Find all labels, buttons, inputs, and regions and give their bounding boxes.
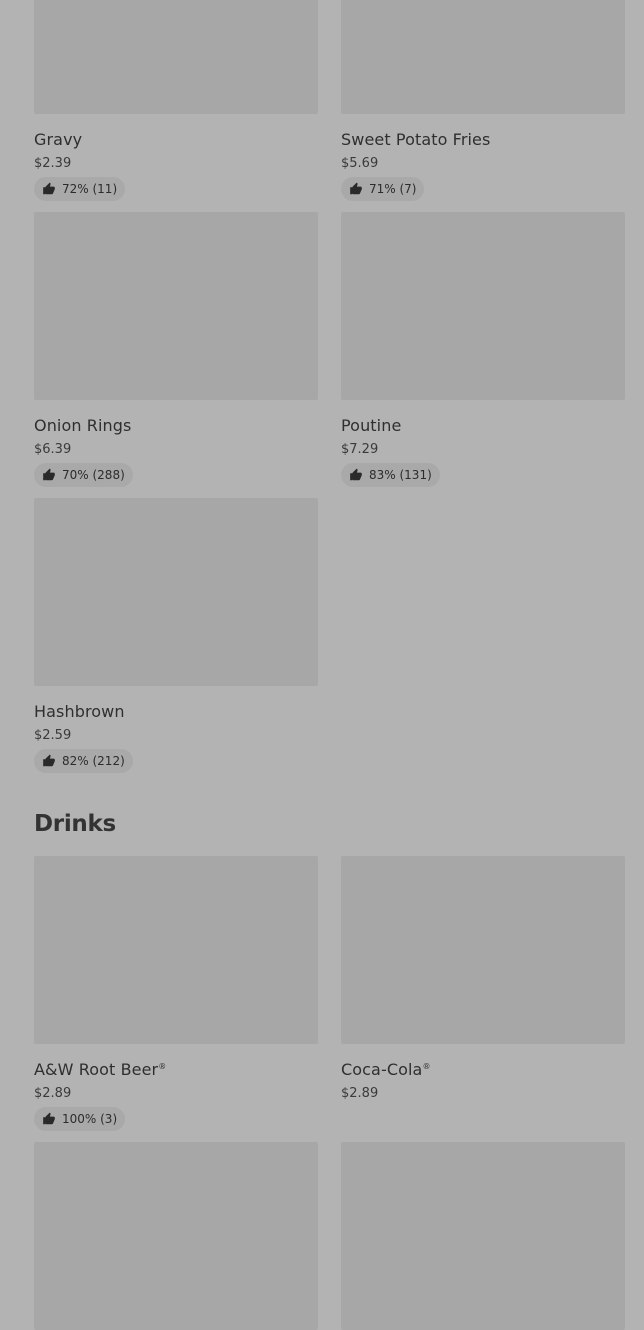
rating-badge: 83% (131) — [341, 463, 440, 487]
rating-badge: 72% (11) — [34, 177, 126, 201]
rating-badge: 82% (212) — [34, 749, 133, 773]
menu-item-price: $7.29 — [341, 442, 379, 457]
menu-item-card[interactable]: Coca-Cola® $2.89 — [341, 856, 625, 1101]
rating-badge: 100% (3) — [34, 1107, 126, 1131]
menu-item-price: $2.89 — [341, 1086, 379, 1101]
menu-item-price: $5.69 — [341, 156, 379, 171]
thumbs-up-icon — [43, 1112, 55, 1125]
menu-item-name: Gravy — [34, 130, 83, 149]
menu-item-image — [34, 1142, 318, 1330]
rating-text: 83% (131) — [369, 468, 432, 482]
rating-badge: 71% (7) — [341, 177, 425, 201]
menu-item-card[interactable]: A&W Root Beer® $2.89 100% (3) — [34, 856, 318, 1131]
menu-item-name: Poutine — [341, 416, 402, 435]
rating-text: 100% (3) — [62, 1112, 118, 1126]
menu-item-image — [34, 212, 318, 400]
menu-item-image — [34, 498, 318, 686]
rating-text: 70% (288) — [62, 468, 125, 482]
menu-item-price: $2.89 — [34, 1086, 72, 1101]
menu-item-card[interactable]: Hashbrown $2.59 82% (212) — [34, 498, 318, 773]
menu-item-name: Hashbrown — [34, 702, 125, 721]
registered-mark: ® — [158, 1062, 167, 1071]
rating-badge: 70% (288) — [34, 463, 133, 487]
menu-item-name: Onion Rings — [34, 416, 132, 435]
rating-text: 71% (7) — [369, 182, 417, 196]
menu-item-name: Sweet Potato Fries — [341, 130, 491, 149]
menu-item-image — [341, 1142, 625, 1330]
menu-item-card[interactable]: Sweet Potato Fries $5.69 71% (7) — [341, 0, 625, 201]
menu-item-card[interactable] — [341, 1142, 625, 1330]
menu-item-price: $2.59 — [34, 728, 72, 743]
menu-item-card[interactable]: Onion Rings $6.39 70% (288) — [34, 212, 318, 487]
section-title-drinks: Drinks — [34, 811, 116, 837]
menu-item-image — [34, 856, 318, 1044]
menu-item-card[interactable]: Gravy $2.39 72% (11) — [34, 0, 318, 201]
rating-text: 72% (11) — [62, 182, 118, 196]
menu-item-name: A&W Root Beer® — [34, 1060, 167, 1079]
rating-text: 82% (212) — [62, 754, 125, 768]
thumbs-up-icon — [43, 182, 55, 195]
thumbs-up-icon — [350, 468, 362, 481]
menu-item-image — [341, 212, 625, 400]
menu-item-image — [341, 0, 625, 114]
menu-item-price: $6.39 — [34, 442, 72, 457]
menu-item-price: $2.39 — [34, 156, 72, 171]
registered-mark: ® — [422, 1062, 431, 1071]
menu-item-card[interactable] — [34, 1142, 318, 1330]
menu-item-image — [341, 856, 625, 1044]
thumbs-up-icon — [43, 468, 55, 481]
thumbs-up-icon — [43, 754, 55, 767]
menu-item-card[interactable]: Poutine $7.29 83% (131) — [341, 212, 625, 487]
menu-item-image — [34, 0, 318, 114]
menu-item-name: Coca-Cola® — [341, 1060, 431, 1079]
thumbs-up-icon — [350, 182, 362, 195]
